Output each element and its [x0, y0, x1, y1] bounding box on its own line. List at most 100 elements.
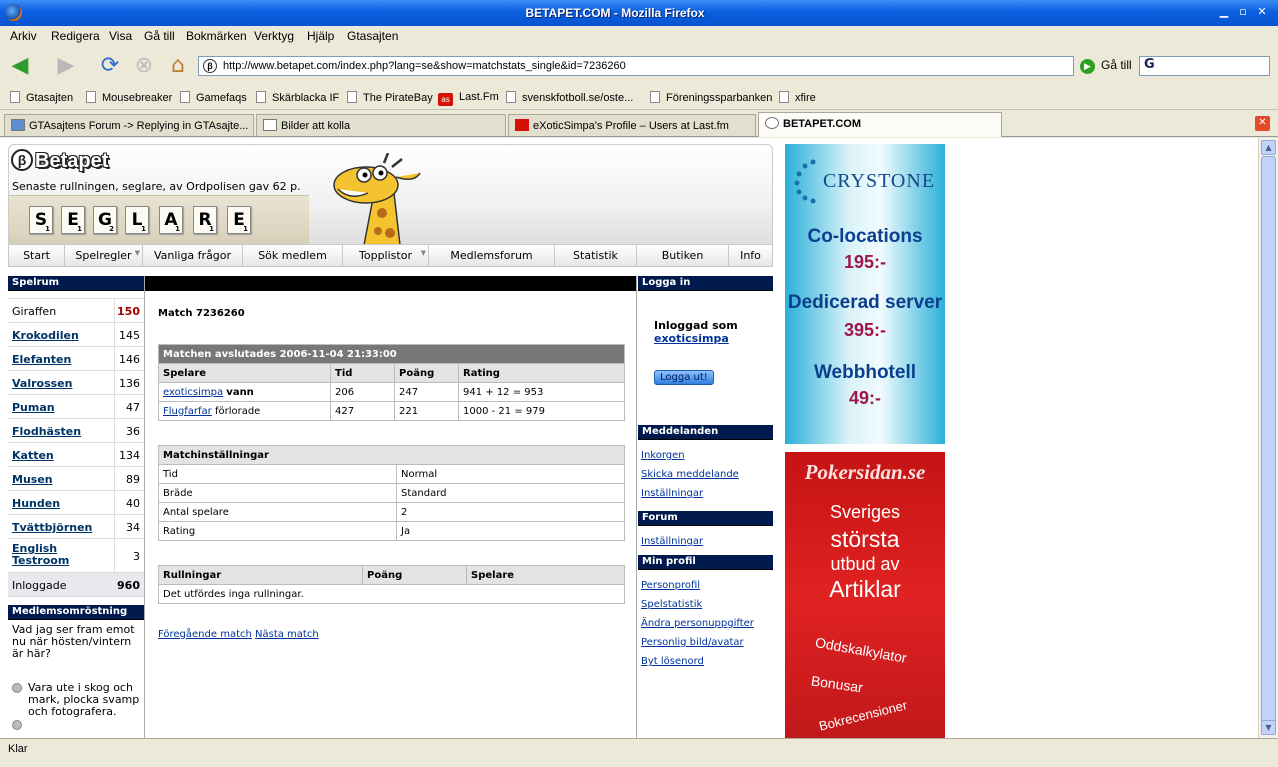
- poang-cell: 247: [394, 382, 459, 402]
- bookmark-mousebreaker[interactable]: Mousebreaker: [86, 91, 172, 104]
- room-name[interactable]: Musen: [12, 473, 53, 486]
- room-link[interactable]: Musen: [12, 473, 53, 486]
- scroll-up-icon[interactable]: ▲: [1261, 140, 1276, 155]
- tab-bilder[interactable]: Bilder att kolla: [256, 114, 506, 136]
- room-name[interactable]: Katten: [12, 449, 54, 462]
- player-link[interactable]: Flugfarfar: [163, 406, 212, 417]
- nav-sok-medlem[interactable]: Sök medlem: [243, 245, 343, 266]
- bookmark-lastfm[interactable]: as Last.Fm: [438, 91, 499, 106]
- bookmark-page-icon: [506, 91, 516, 103]
- bookmark-skarblacka[interactable]: Skärblacka IF: [256, 91, 339, 104]
- room-link[interactable]: Tvättbjörnen: [12, 521, 92, 534]
- room-link[interactable]: Flodhästen: [12, 425, 81, 438]
- stop-icon[interactable]: ⊗: [130, 52, 158, 80]
- rolls-table: Rullningar Poäng Spelare Det utfördes in…: [158, 565, 625, 604]
- nav-spelregler[interactable]: Spelregler ▼: [65, 245, 143, 266]
- room-row: Katten 134: [8, 443, 144, 467]
- room-name[interactable]: Flodhästen: [12, 425, 81, 438]
- forum-settings-link[interactable]: Inställningar: [641, 536, 773, 547]
- home-icon[interactable]: ⌂: [164, 52, 192, 80]
- nav-medlemsforum[interactable]: Medlemsforum: [429, 245, 555, 266]
- room-name[interactable]: English Testroom: [12, 542, 69, 567]
- vertical-scrollbar[interactable]: ▲ ▼: [1258, 138, 1278, 738]
- room-name[interactable]: Puman: [12, 401, 55, 414]
- logout-button[interactable]: Logga ut!: [654, 370, 714, 385]
- tab-lastfm-profile[interactable]: eXoticSimpa's Profile – Users at Last.fm: [508, 114, 756, 136]
- minimize-button[interactable]: ▁: [1216, 5, 1232, 20]
- send-message-link[interactable]: Skicka meddelande: [641, 469, 773, 480]
- nav-topplistor[interactable]: Topplistor ▼: [343, 245, 429, 266]
- username-link[interactable]: exoticsimpa: [654, 332, 729, 345]
- nav-butiken[interactable]: Butiken: [637, 245, 729, 266]
- game-stats-link[interactable]: Spelstatistik: [641, 599, 773, 610]
- person-profile-link[interactable]: Personprofil: [641, 580, 773, 591]
- maximize-button[interactable]: ▫: [1235, 5, 1251, 20]
- bookmark-label: Föreningssparbanken: [666, 92, 773, 104]
- menu-bokmarken[interactable]: Bokmärken: [186, 29, 247, 43]
- avatar-link[interactable]: Personlig bild/avatar: [641, 637, 773, 648]
- rating-cell: 1000 - 21 = 979: [458, 401, 625, 421]
- room-link[interactable]: Puman: [12, 401, 55, 414]
- room-name[interactable]: Hunden: [12, 497, 60, 510]
- bookmark-svenskfotboll[interactable]: svenskfotboll.se/oste...: [506, 91, 633, 104]
- poll-box: Vad jag ser fram emot nu när hösten/vint…: [8, 620, 144, 737]
- menu-gtasajten[interactable]: Gtasajten: [347, 29, 398, 43]
- room-link[interactable]: Valrossen: [12, 377, 72, 390]
- radio-button[interactable]: [12, 720, 22, 730]
- scroll-down-icon[interactable]: ▼: [1261, 720, 1276, 735]
- room-name[interactable]: Valrossen: [12, 377, 72, 390]
- betapet-logo[interactable]: β Betapet: [11, 149, 108, 173]
- room-name[interactable]: Elefanten: [12, 353, 71, 366]
- inbox-link[interactable]: Inkorgen: [641, 450, 773, 461]
- room-link[interactable]: English Testroom: [12, 543, 82, 567]
- poll-option[interactable]: Vara ute i skog och mark, plocka svamp o…: [12, 682, 140, 718]
- reload-icon[interactable]: ⟳: [96, 52, 124, 80]
- room-link[interactable]: Katten: [12, 449, 54, 462]
- tab-betapet[interactable]: BETAPET.COM: [758, 112, 1002, 137]
- back-arrow-icon[interactable]: ◀: [6, 52, 34, 80]
- radio-button[interactable]: [12, 683, 22, 693]
- bookmark-gamefaqs[interactable]: Gamefaqs: [180, 91, 247, 104]
- url-input[interactable]: β http://www.betapet.com/index.php?lang=…: [198, 56, 1074, 76]
- room-link[interactable]: Elefanten: [12, 353, 71, 366]
- player-link[interactable]: exoticsimpa: [163, 387, 223, 398]
- next-match-link[interactable]: Nästa match: [255, 629, 319, 640]
- menu-redigera[interactable]: Redigera: [51, 29, 100, 43]
- close-window-button[interactable]: ✕: [1254, 5, 1270, 20]
- profile-header: Min profil: [638, 555, 773, 570]
- nav-vanliga-fragor[interactable]: Vanliga frågor: [143, 245, 243, 266]
- menu-verktyg[interactable]: Verktyg: [254, 29, 294, 43]
- close-tab-button[interactable]: ✕: [1255, 116, 1270, 131]
- go-button[interactable]: ▶ Gå till: [1080, 58, 1132, 74]
- message-settings-link[interactable]: Inställningar: [641, 488, 773, 499]
- bookmark-xfire[interactable]: xfire: [779, 91, 816, 104]
- bookmark-label: Mousebreaker: [102, 92, 173, 104]
- forward-arrow-icon[interactable]: ▶: [52, 52, 80, 80]
- bookmark-piratebay[interactable]: The PirateBay: [347, 91, 433, 104]
- pokersidan-ad[interactable]: Pokersidan.se Sveriges största utbud av …: [785, 452, 945, 738]
- nav-statistik[interactable]: Statistik: [555, 245, 637, 266]
- menu-arkiv[interactable]: Arkiv: [10, 29, 37, 43]
- search-input[interactable]: G: [1139, 56, 1270, 76]
- menu-visa[interactable]: Visa: [109, 29, 132, 43]
- room-name[interactable]: Tvättbjörnen: [12, 521, 92, 534]
- divider: [114, 467, 115, 490]
- poll-option-next[interactable]: [12, 720, 140, 733]
- nav-info[interactable]: Info: [729, 245, 772, 266]
- room-link[interactable]: Krokodilen: [12, 329, 79, 342]
- spelrum-header: Spelrum: [8, 276, 144, 291]
- prev-match-link[interactable]: Föregående match: [158, 629, 252, 640]
- nav-start[interactable]: Start: [9, 245, 65, 266]
- bookmark-gtasajten[interactable]: Gtasajten: [10, 91, 73, 104]
- room-name[interactable]: Krokodilen: [12, 329, 79, 342]
- bookmark-label: xfire: [795, 92, 816, 104]
- edit-profile-link[interactable]: Ändra personuppgifter: [641, 618, 773, 629]
- menu-hjalp[interactable]: Hjälp: [307, 29, 334, 43]
- scroll-thumb[interactable]: [1261, 156, 1276, 728]
- bookmark-foreningssparbanken[interactable]: Föreningssparbanken: [650, 91, 772, 104]
- tab-gtasajten-forum[interactable]: GTAsajtens Forum -> Replying in GTAsajte…: [4, 114, 254, 136]
- change-password-link[interactable]: Byt lösenord: [641, 656, 773, 667]
- menu-ga-till[interactable]: Gå till: [144, 29, 175, 43]
- room-link[interactable]: Hunden: [12, 497, 60, 510]
- crystone-ad[interactable]: CRYSTONE Co-locations 195:- Dedicerad se…: [785, 144, 945, 444]
